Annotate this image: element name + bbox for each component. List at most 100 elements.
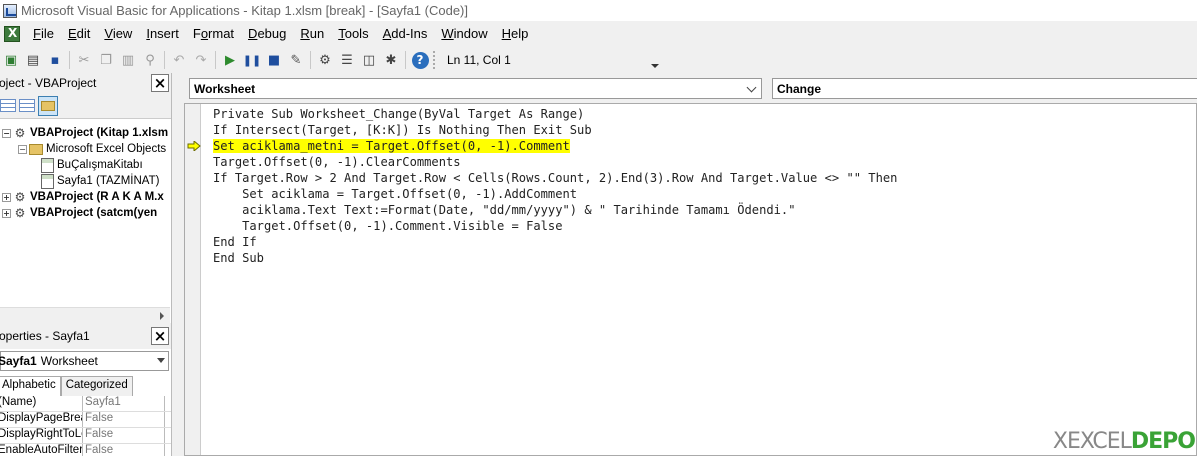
watermark-part-b: DEPO [1130,429,1196,454]
window-title: Microsoft Visual Basic for Applications … [21,3,468,18]
tree-item[interactable]: − Microsoft Excel Objects [0,141,170,157]
tree-item-label: VBAProject (R A K A M.x [30,191,164,203]
watermark-logo: XEXCELDEPO [1052,429,1196,454]
code-editor[interactable]: Private Sub Worksheet_Change(ByVal Targe… [184,103,1197,456]
break-icon[interactable]: ❚❚ [241,49,263,71]
menu-edit[interactable]: Edit [61,21,97,47]
toggle-folders-icon[interactable] [38,95,58,116]
menu-help[interactable]: Help [495,21,536,47]
find-icon[interactable]: ⚲ [139,49,161,71]
property-value[interactable]: Sayfa1 [83,396,165,411]
toolbox-icon[interactable]: ✱ [380,49,402,71]
property-value[interactable]: False [83,412,165,427]
tab-alphabetic[interactable]: Alphabetic [0,376,61,396]
collapse-icon[interactable]: − [18,144,27,154]
project-tree-scrollbar[interactable] [0,307,170,323]
menu-debug[interactable]: Debug [241,21,293,47]
project-tree: −VBAProject (Kitap 1.xlsm−Microsoft Exce… [0,125,170,221]
expand-icon[interactable]: + [2,208,11,218]
view-code-icon[interactable] [0,99,16,112]
code-margin-bar[interactable] [185,104,201,455]
property-name: DisplayRightToLef [0,428,83,443]
excel-icon[interactable] [4,26,20,42]
redo-icon[interactable]: ↷ [190,49,212,71]
toolbar-grip[interactable] [433,51,441,69]
object-select[interactable]: Sayfa1 Worksheet [0,351,169,371]
code-line[interactable]: End Sub [213,250,897,266]
chevron-down-icon[interactable] [746,82,757,93]
code-line[interactable]: Target.Offset(0, -1).ClearComments [213,154,897,170]
property-value[interactable]: False [83,428,165,443]
save-icon[interactable]: ▪ [44,49,66,71]
run-icon[interactable]: ▶ [219,49,241,71]
code-line[interactable]: Private Sub Worksheet_Change(ByVal Targe… [213,106,897,122]
vba-app-icon [3,3,17,18]
project-explorer-icon[interactable]: ⚙ [314,49,336,71]
close-icon[interactable]: × [151,74,169,92]
watermark-part-a: XEXCEL [1052,429,1132,454]
view-object-icon[interactable] [19,99,35,112]
property-value[interactable]: False [83,444,165,456]
close-icon[interactable]: × [151,327,169,345]
cursor-position: Ln 11, Col 1 [447,53,511,67]
vba-project-icon [13,206,27,220]
tree-item[interactable]: Sayfa1 (TAZMİNAT) [0,173,170,189]
chevron-down-icon[interactable] [157,358,165,363]
code-line-text: End If [213,235,257,249]
menu-view[interactable]: View [97,21,139,47]
toolbar-separator [405,51,406,69]
object-browser-icon[interactable]: ◫ [358,49,380,71]
code-line[interactable]: If Target.Row > 2 And Target.Row < Cells… [213,170,897,186]
paste-icon[interactable]: ▥ [117,49,139,71]
code-window: Worksheet Change Private Sub Worksheet_C… [172,73,1197,456]
insert-userform-icon[interactable]: ▤ [22,49,44,71]
scroll-right-icon[interactable] [154,308,170,324]
code-line-text: If Intersect(Target, [K:K]) Is Nothing T… [213,123,592,137]
object-combo[interactable]: Worksheet [189,78,762,99]
code-line[interactable]: Target.Offset(0, -1).Comment.Visible = F… [213,218,897,234]
menu-insert[interactable]: Insert [139,21,186,47]
copy-icon[interactable]: ❐ [95,49,117,71]
code-line[interactable]: If Intersect(Target, [K:K]) Is Nothing T… [213,122,897,138]
tree-item[interactable]: − VBAProject (Kitap 1.xlsm [0,125,170,141]
menu-window[interactable]: Window [434,21,494,47]
code-line-text: End Sub [213,251,264,265]
folder-icon [29,142,43,156]
help-icon[interactable]: ? [409,49,431,71]
menu-file[interactable]: File [26,21,61,47]
cut-icon[interactable]: ✂ [73,49,95,71]
expand-icon[interactable]: + [2,192,11,202]
code-line[interactable]: aciklama.Text Text:=Format(Date, "dd/mm/… [213,202,897,218]
property-row[interactable]: (Name) Sayfa1 [0,396,171,412]
menu-format[interactable]: Format [186,21,241,47]
object-type: Worksheet [40,354,98,368]
tab-categorized[interactable]: Categorized [60,376,133,396]
property-row[interactable]: EnableAutoFilter False [0,444,171,456]
reset-icon[interactable]: ■ [263,49,285,71]
code-line[interactable]: End If [213,234,897,250]
menu-addins[interactable]: Add-Ins [376,21,435,47]
design-mode-icon[interactable]: ✎ [285,49,307,71]
properties-pane-title: roperties - Sayfa1 [0,329,90,343]
code-line-text: Set aciklama = Target.Offset(0, -1).AddC… [213,187,578,201]
properties-window-icon[interactable]: ☰ [336,49,358,71]
view-excel-icon[interactable]: ▣ [0,49,22,71]
project-explorer-pane: roject - VBAProject × −VBAProject (Kitap… [0,73,172,323]
collapse-icon[interactable]: − [2,128,11,138]
code-line-text: Private Sub Worksheet_Change(ByVal Targe… [213,107,585,121]
tree-item[interactable]: BuÇalışmaKitabı [0,157,170,173]
tree-item-label: Sayfa1 (TAZMİNAT) [57,175,160,187]
property-row[interactable]: DisplayPageBreakFalse [0,412,171,428]
procedure-combo[interactable]: Change [772,78,1197,99]
property-row[interactable]: DisplayRightToLefFalse [0,428,171,444]
tree-item-label: BuÇalışmaKitabı [57,159,143,171]
current-statement-line[interactable]: Set aciklama_metni = Target.Offset(0, -1… [213,138,897,154]
undo-icon[interactable]: ↶ [168,49,190,71]
code-line[interactable]: Set aciklama = Target.Offset(0, -1).AddC… [213,186,897,202]
menu-tools[interactable]: Tools [331,21,375,47]
tree-item[interactable]: + VBAProject (R A K A M.x [0,189,170,205]
menu-run[interactable]: Run [293,21,331,47]
toolbar-options-icon[interactable] [650,49,660,71]
tree-item[interactable]: + VBAProject (satcm(yen [0,205,170,221]
procedure-combo-value: Change [777,81,822,96]
